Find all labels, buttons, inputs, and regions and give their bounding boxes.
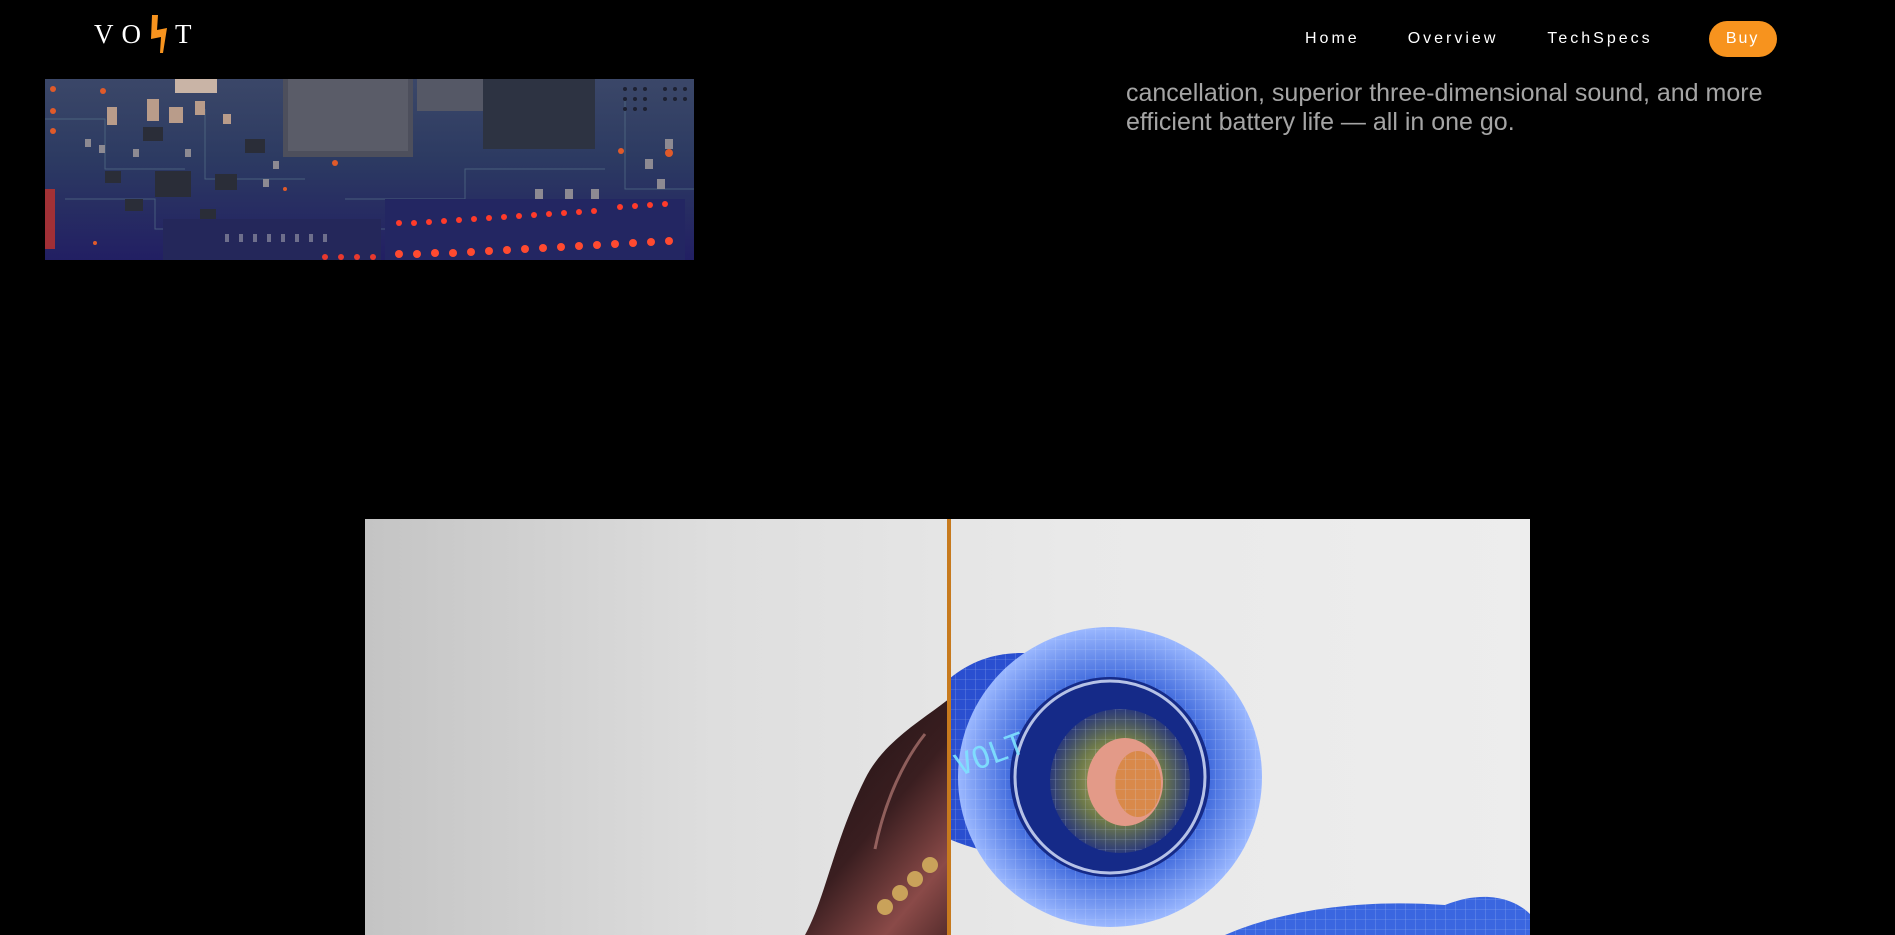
nav-links: Home Overview TechSpecs Buy (1305, 21, 1777, 57)
nav-link-home[interactable]: Home (1305, 21, 1360, 57)
lightning-bolt-icon (151, 15, 167, 53)
circuit-board-illustration (45, 79, 694, 260)
brand-logo[interactable]: VO T (94, 14, 200, 54)
nav-link-techspecs[interactable]: TechSpecs (1547, 21, 1652, 57)
buy-button[interactable]: Buy (1708, 21, 1777, 57)
earbud-comparison-slider[interactable]: VOLT (365, 519, 1530, 935)
nav-link-overview[interactable]: Overview (1408, 21, 1499, 57)
top-navigation: VO T Home Overview TechSpecs Buy (0, 0, 1895, 79)
circuit-board-image (45, 79, 694, 260)
comparison-divider-handle[interactable] (947, 519, 951, 935)
earbud-xray-half: VOLT (949, 627, 1530, 935)
logo-text-right: T (175, 18, 200, 49)
product-description: cancellation, superior three-dimensional… (1126, 79, 1763, 136)
logo-text-left: VO (94, 18, 149, 49)
